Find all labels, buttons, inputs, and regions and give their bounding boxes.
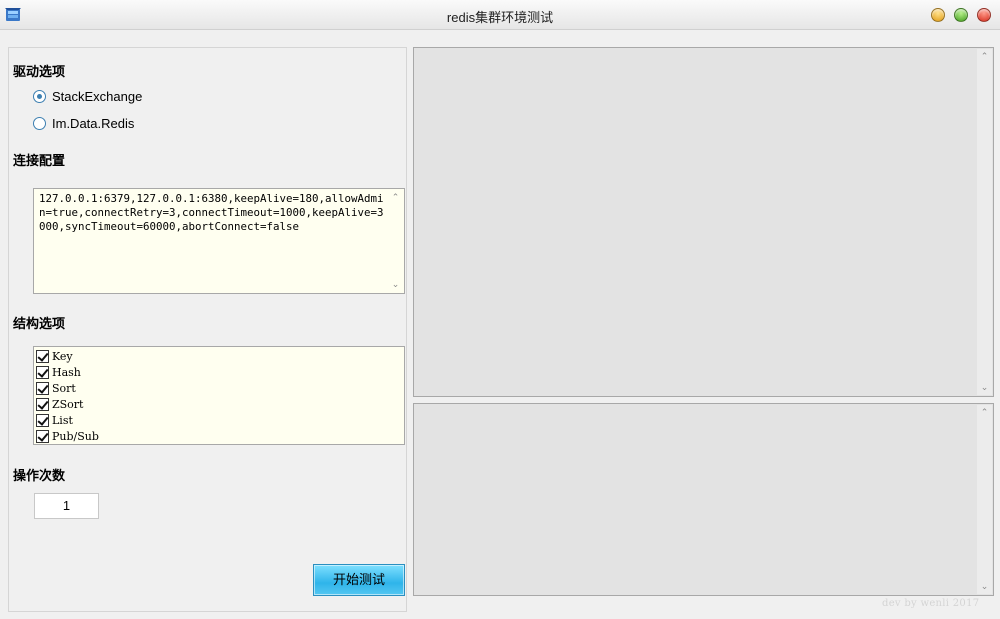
structure-item-label: ZSort [52, 397, 84, 411]
scroll-down-icon[interactable]: ⌄ [977, 380, 992, 395]
structure-item-zsort[interactable]: ZSort [36, 396, 404, 412]
title-bar: redis集群环境测试 [0, 0, 1000, 30]
driver-section-label: 驱动选项 [13, 65, 66, 80]
radio-button[interactable] [33, 117, 46, 130]
checkbox[interactable] [36, 365, 49, 379]
scroll-down-icon[interactable]: ⌄ [388, 277, 403, 292]
structure-item-label: Sort [52, 381, 76, 395]
scroll-down-icon[interactable]: ⌄ [977, 579, 992, 594]
checkbox[interactable] [36, 349, 49, 363]
structure-item-pubsub[interactable]: Pub/Sub [36, 428, 404, 444]
scroll-up-icon[interactable]: ⌃ [388, 190, 403, 205]
checkbox[interactable] [36, 381, 49, 395]
structure-item-label: Key [52, 349, 73, 363]
structure-checklist: Key Hash Sort ZSort List Pub/Sub [33, 346, 405, 445]
structure-item-list[interactable]: List [36, 412, 404, 428]
window-title: redis集群环境测试 [446, 10, 554, 25]
checkbox[interactable] [36, 397, 49, 411]
driver-option-label: StackExchange [52, 89, 143, 104]
operation-count-input[interactable]: 1 [34, 493, 99, 519]
output-log-top[interactable]: ⌃ ⌄ [413, 47, 994, 397]
output-top-scrollbar[interactable]: ⌃ ⌄ [977, 49, 992, 395]
structure-item-key[interactable]: Key [36, 348, 404, 364]
driver-option-im-data-redis[interactable]: Im.Data.Redis [33, 116, 134, 131]
radio-button[interactable] [33, 90, 46, 103]
start-test-button[interactable]: 开始测试 [313, 564, 405, 596]
structure-item-label: Hash [52, 365, 81, 379]
structure-item-label: Pub/Sub [52, 429, 99, 443]
output-log-bottom[interactable]: ⌃ ⌄ [413, 403, 994, 596]
scroll-up-icon[interactable]: ⌃ [977, 405, 992, 420]
structure-item-sort[interactable]: Sort [36, 380, 404, 396]
structure-item-hash[interactable]: Hash [36, 364, 404, 380]
close-icon[interactable] [977, 8, 991, 22]
output-bottom-scrollbar[interactable]: ⌃ ⌄ [977, 405, 992, 594]
checkbox[interactable] [36, 413, 49, 427]
connection-string-text: 127.0.0.1:6379,127.0.0.1:6380,keepAlive=… [39, 192, 384, 233]
driver-option-stackexchange[interactable]: StackExchange [33, 89, 142, 104]
driver-option-label: Im.Data.Redis [52, 116, 135, 131]
connection-section-label: 连接配置 [13, 154, 66, 169]
checkbox[interactable] [36, 429, 49, 443]
maximize-icon[interactable] [954, 8, 968, 22]
structure-section-label: 结构选项 [13, 317, 66, 332]
connection-scrollbar[interactable]: ⌃ ⌄ [388, 190, 403, 292]
settings-panel [8, 47, 407, 612]
scroll-up-icon[interactable]: ⌃ [977, 49, 992, 64]
connection-string-textarea[interactable]: 127.0.0.1:6379,127.0.0.1:6380,keepAlive=… [33, 188, 405, 294]
operations-section-label: 操作次数 [13, 469, 66, 484]
structure-item-label: List [52, 413, 73, 427]
author-watermark: dev by wenli 2017 [882, 598, 980, 609]
minimize-icon[interactable] [931, 8, 945, 22]
